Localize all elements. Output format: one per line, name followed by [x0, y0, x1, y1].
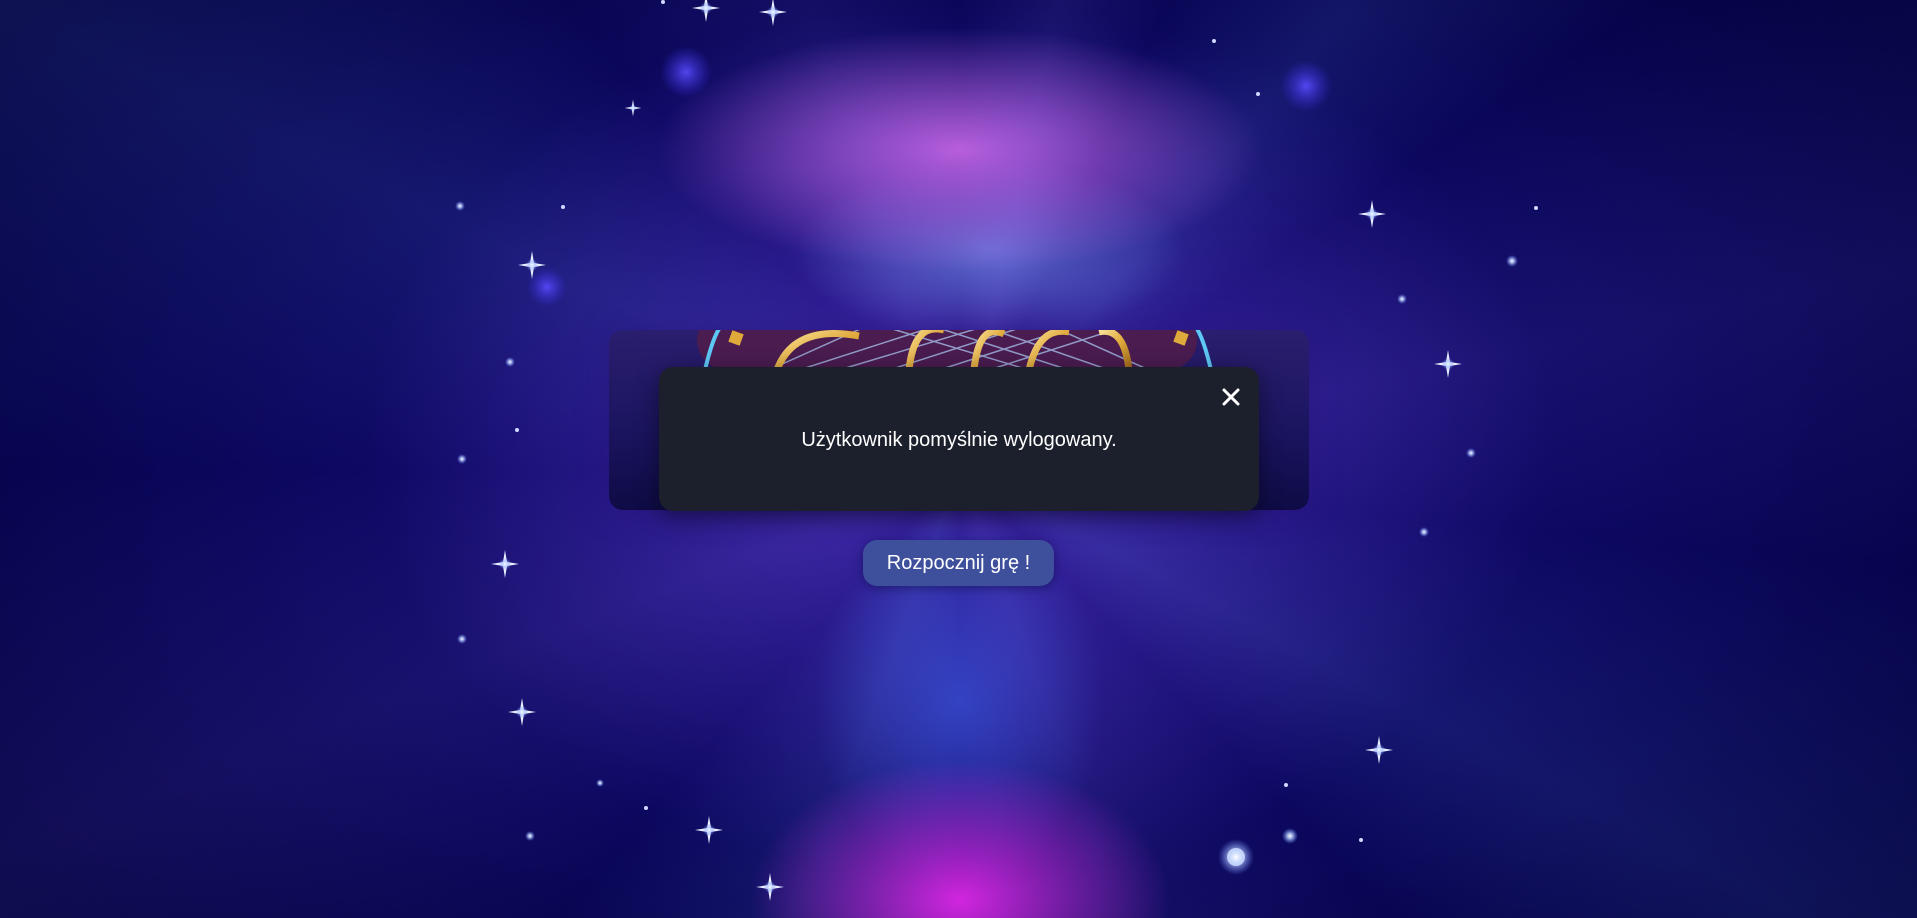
start-game-button[interactable]: Rozpocznij grę !	[863, 540, 1054, 586]
logout-notification-modal: Użytkownik pomyślnie wylogowany.	[659, 367, 1259, 511]
close-button[interactable]	[1215, 381, 1247, 413]
modal-message: Użytkownik pomyślnie wylogowany.	[801, 429, 1117, 451]
close-icon[interactable]	[1221, 387, 1241, 407]
